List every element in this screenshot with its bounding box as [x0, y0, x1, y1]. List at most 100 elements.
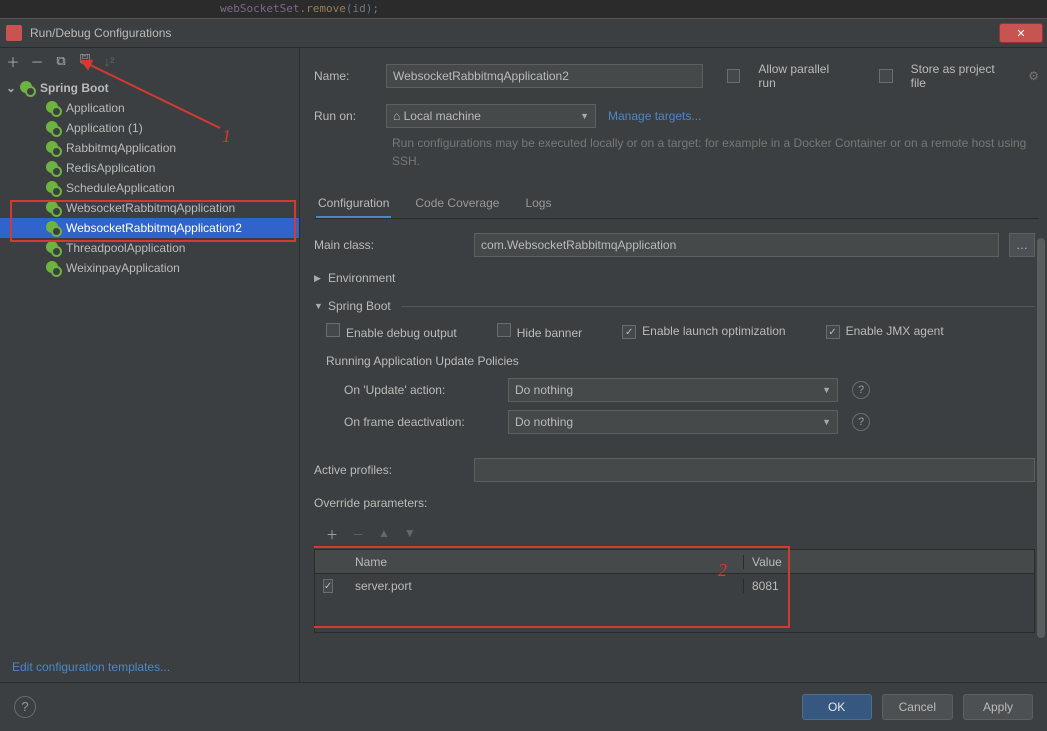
- help-icon[interactable]: ?: [852, 381, 870, 399]
- window-title: Run/Debug Configurations: [30, 26, 171, 40]
- tree-item[interactable]: RedisApplication: [0, 158, 299, 178]
- run-on-select[interactable]: ⌂ Local machine ▼: [386, 104, 596, 128]
- spring-icon: [46, 101, 58, 113]
- vertical-scrollbar[interactable]: [1037, 238, 1045, 668]
- content-panel: Name: Allow parallel run Store as projec…: [300, 48, 1047, 682]
- on-frame-select[interactable]: Do nothing ▼: [508, 410, 838, 434]
- tree-item[interactable]: WebsocketRabbitmqApplication: [0, 198, 299, 218]
- table-row[interactable]: server.port 8081: [315, 574, 1034, 598]
- chevron-right-icon: ▶: [314, 273, 328, 284]
- tabs: Configuration Code Coverage Logs: [314, 190, 1039, 219]
- active-profiles-input[interactable]: [474, 458, 1035, 482]
- chevron-down-icon: ▼: [580, 111, 589, 121]
- tree-item-selected[interactable]: WebsocketRabbitmqApplication2: [0, 218, 299, 238]
- chevron-down-icon: ▼: [314, 301, 328, 311]
- row-value[interactable]: 8081: [744, 579, 1034, 593]
- spring-icon: [46, 201, 58, 213]
- spring-icon: [46, 181, 58, 193]
- spring-icon: [20, 81, 32, 93]
- sidebar: ＋ － ⧉ 🖫 ↓² ⌄ Spring Boot Application App…: [0, 48, 300, 682]
- main-class-browse-button[interactable]: …: [1009, 233, 1035, 257]
- tree-item[interactable]: ThreadpoolApplication: [0, 238, 299, 258]
- name-input[interactable]: [386, 64, 703, 88]
- sidebar-toolbar: ＋ － ⧉ 🖫 ↓²: [0, 48, 299, 74]
- tree-root-spring-boot[interactable]: ⌄ Spring Boot: [0, 78, 299, 98]
- chevron-down-icon: ▼: [822, 417, 831, 427]
- help-button[interactable]: ?: [14, 696, 36, 718]
- tab-logs[interactable]: Logs: [523, 190, 553, 218]
- allow-parallel-label: Allow parallel run: [758, 62, 848, 90]
- name-label: Name:: [314, 69, 374, 83]
- add-icon[interactable]: ＋: [6, 54, 20, 68]
- cancel-button[interactable]: Cancel: [882, 694, 953, 720]
- hide-banner-checkbox[interactable]: [497, 323, 511, 337]
- param-up-icon[interactable]: ▲: [378, 526, 390, 543]
- store-project-checkbox[interactable]: [879, 69, 893, 83]
- copy-icon[interactable]: ⧉: [54, 54, 68, 68]
- param-down-icon[interactable]: ▼: [404, 526, 416, 543]
- allow-parallel-checkbox[interactable]: [727, 69, 741, 83]
- row-checkbox[interactable]: [323, 579, 333, 593]
- param-remove-icon[interactable]: －: [352, 526, 364, 543]
- policies-label: Running Application Update Policies: [326, 354, 1035, 368]
- save-icon[interactable]: 🖫: [78, 54, 92, 68]
- remove-icon[interactable]: －: [30, 54, 44, 68]
- enable-jmx-label: Enable JMX agent: [846, 324, 944, 338]
- annotation-label-2: 2: [718, 560, 727, 581]
- active-profiles-label: Active profiles:: [314, 463, 464, 477]
- main-class-label: Main class:: [314, 238, 374, 252]
- tree-item[interactable]: Application: [0, 98, 299, 118]
- apply-button[interactable]: Apply: [963, 694, 1033, 720]
- main-class-input[interactable]: [474, 233, 999, 257]
- chevron-down-icon: ⌄: [6, 81, 18, 95]
- on-update-select[interactable]: Do nothing ▼: [508, 378, 838, 402]
- tab-code-coverage[interactable]: Code Coverage: [413, 190, 501, 218]
- run-on-label: Run on:: [314, 109, 374, 123]
- spring-icon: [46, 221, 58, 233]
- footer: ? OK Cancel Apply: [0, 682, 1047, 730]
- sort-icon[interactable]: ↓²: [102, 54, 116, 68]
- help-icon[interactable]: ?: [852, 413, 870, 431]
- enable-launch-opt-checkbox[interactable]: [622, 325, 636, 339]
- title-bar: Run/Debug Configurations ✕: [0, 18, 1047, 48]
- spring-icon: [46, 121, 58, 133]
- tree-item[interactable]: RabbitmqApplication: [0, 138, 299, 158]
- tree-root-label: Spring Boot: [40, 81, 109, 95]
- chevron-down-icon: ▼: [822, 385, 831, 395]
- col-value-header: Value: [744, 555, 1034, 569]
- enable-debug-label: Enable debug output: [346, 326, 457, 340]
- tree-item[interactable]: WeixinpayApplication: [0, 258, 299, 278]
- enable-jmx-checkbox[interactable]: [826, 325, 840, 339]
- edit-templates-link[interactable]: Edit configuration templates...: [0, 652, 299, 682]
- tree-item[interactable]: ScheduleApplication: [0, 178, 299, 198]
- run-on-hint: Run configurations may be executed local…: [392, 134, 1039, 170]
- background-code-line: webSocketSet.remove(id);: [0, 0, 1047, 18]
- manage-targets-link[interactable]: Manage targets...: [608, 109, 701, 123]
- store-project-label: Store as project file: [911, 62, 1013, 90]
- config-tree[interactable]: ⌄ Spring Boot Application Application (1…: [0, 74, 299, 652]
- spring-icon: [46, 241, 58, 253]
- enable-debug-checkbox[interactable]: [326, 323, 340, 337]
- app-icon: [6, 25, 22, 41]
- hide-banner-label: Hide banner: [517, 326, 582, 340]
- close-button[interactable]: ✕: [999, 23, 1043, 43]
- override-parameters-table: ＋ － ▲ ▼ Name Value server.port: [314, 520, 1035, 633]
- tree-item[interactable]: Application (1): [0, 118, 299, 138]
- on-frame-label: On frame deactivation:: [344, 415, 494, 429]
- enable-launch-opt-label: Enable launch optimization: [642, 324, 785, 338]
- on-update-label: On 'Update' action:: [344, 383, 494, 397]
- override-params-label: Override parameters:: [314, 496, 1035, 510]
- col-name-header: Name: [347, 555, 744, 569]
- spring-icon: [46, 161, 58, 173]
- ok-button[interactable]: OK: [802, 694, 872, 720]
- row-name[interactable]: server.port: [347, 579, 744, 593]
- home-icon: ⌂: [393, 109, 400, 123]
- spring-boot-section[interactable]: ▼ Spring Boot: [314, 299, 1035, 313]
- annotation-label-1: 1: [222, 126, 231, 147]
- environment-section[interactable]: ▶ Environment: [314, 271, 1035, 285]
- spring-icon: [46, 261, 58, 273]
- tab-configuration[interactable]: Configuration: [316, 190, 391, 218]
- spring-icon: [46, 141, 58, 153]
- param-add-icon[interactable]: ＋: [326, 526, 338, 543]
- gear-icon[interactable]: ⚙: [1028, 69, 1039, 83]
